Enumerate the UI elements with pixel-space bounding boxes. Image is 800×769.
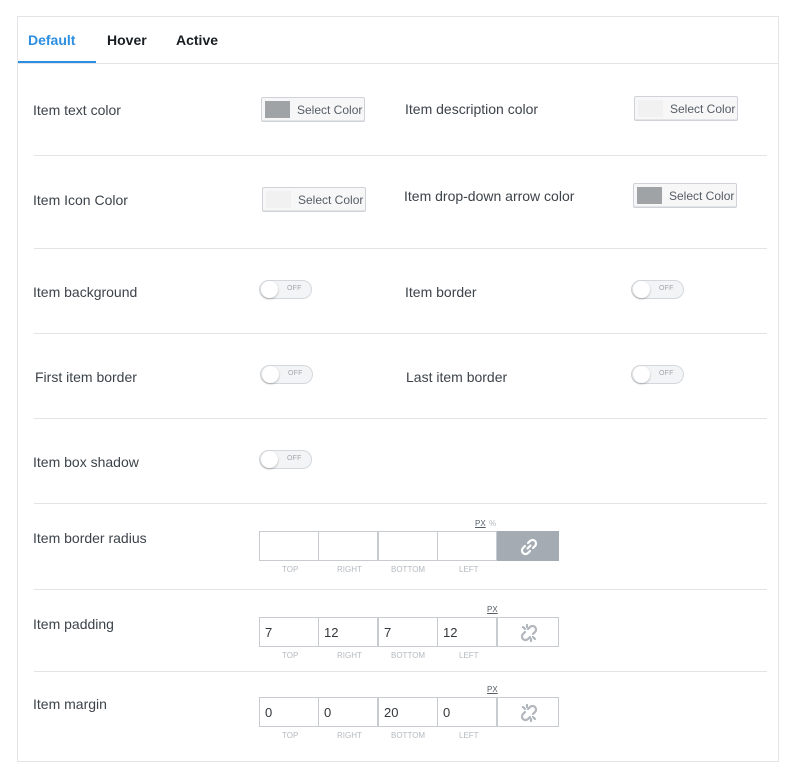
tab-active[interactable]: Active bbox=[176, 17, 218, 63]
toggle-state: OFF bbox=[288, 370, 303, 377]
icon-color-swatch bbox=[266, 191, 291, 208]
caption-left: LEFT bbox=[459, 651, 479, 660]
caption-top: TOP bbox=[282, 565, 299, 574]
icon-color-label: Item Icon Color bbox=[33, 192, 128, 208]
caption-right: RIGHT bbox=[337, 565, 362, 574]
background-toggle[interactable]: OFF bbox=[259, 280, 312, 299]
border-toggle[interactable]: OFF bbox=[631, 280, 684, 299]
text-color-label: Item text color bbox=[33, 102, 121, 118]
padding-left-input[interactable] bbox=[437, 617, 497, 647]
caption-bottom: BOTTOM bbox=[391, 565, 426, 574]
divider bbox=[34, 418, 767, 419]
last-border-label: Last item border bbox=[406, 369, 508, 385]
toggle-knob bbox=[261, 281, 278, 298]
background-label: Item background bbox=[33, 284, 138, 300]
arrow-color-button-label: Select Color bbox=[669, 189, 735, 203]
state-tabs: Default Hover Active bbox=[18, 17, 778, 64]
toggle-knob bbox=[633, 366, 650, 383]
divider bbox=[34, 248, 767, 249]
link-icon bbox=[520, 538, 538, 556]
padding-inputs bbox=[259, 617, 559, 647]
text-color-button-label: Select Color bbox=[297, 103, 363, 117]
description-color-swatch bbox=[638, 100, 663, 117]
border-radius-left-input[interactable] bbox=[437, 531, 497, 561]
box-shadow-toggle[interactable]: OFF bbox=[259, 450, 312, 469]
border-radius-right-input[interactable] bbox=[318, 531, 378, 561]
padding-label: Item padding bbox=[33, 616, 114, 632]
first-border-toggle[interactable]: OFF bbox=[260, 365, 313, 384]
box-shadow-label: Item box shadow bbox=[33, 454, 139, 470]
caption-bottom: BOTTOM bbox=[391, 731, 426, 740]
text-color-button[interactable]: Select Color bbox=[261, 97, 365, 122]
icon-color-button-label: Select Color bbox=[298, 193, 364, 207]
tab-hover[interactable]: Hover bbox=[107, 17, 147, 63]
caption-right: RIGHT bbox=[337, 651, 362, 660]
caption-bottom: BOTTOM bbox=[391, 651, 426, 660]
border-radius-top-input[interactable] bbox=[259, 531, 319, 561]
border-label: Item border bbox=[405, 284, 477, 300]
text-color-swatch bbox=[265, 101, 290, 118]
tab-default[interactable]: Default bbox=[18, 17, 96, 63]
margin-left-input[interactable] bbox=[437, 697, 497, 727]
divider bbox=[34, 155, 767, 156]
toggle-knob bbox=[633, 281, 650, 298]
toggle-state: OFF bbox=[659, 285, 674, 292]
border-radius-bottom-input[interactable] bbox=[378, 531, 438, 561]
arrow-color-button[interactable]: Select Color bbox=[633, 183, 737, 208]
style-settings-panel: Default Hover Active Item text color Sel… bbox=[17, 16, 779, 762]
divider bbox=[34, 589, 767, 590]
unlink-icon bbox=[520, 623, 538, 643]
padding-top-input[interactable] bbox=[259, 617, 319, 647]
margin-inputs bbox=[259, 697, 559, 727]
description-color-button-label: Select Color bbox=[670, 102, 736, 116]
divider bbox=[34, 333, 767, 334]
description-color-label: Item description color bbox=[405, 101, 539, 117]
border-radius-label: Item border radius bbox=[33, 530, 147, 546]
unlink-values-button[interactable] bbox=[497, 697, 559, 727]
caption-top: TOP bbox=[282, 731, 299, 740]
margin-top-input[interactable] bbox=[259, 697, 319, 727]
margin-label: Item margin bbox=[33, 696, 107, 712]
unit-px[interactable]: PX bbox=[487, 605, 498, 614]
toggle-state: OFF bbox=[287, 455, 302, 462]
divider bbox=[34, 671, 767, 672]
caption-left: LEFT bbox=[459, 731, 479, 740]
padding-bottom-input[interactable] bbox=[378, 617, 438, 647]
unlink-icon bbox=[520, 703, 538, 723]
caption-left: LEFT bbox=[459, 565, 479, 574]
description-color-button[interactable]: Select Color bbox=[634, 96, 738, 121]
last-border-toggle[interactable]: OFF bbox=[631, 365, 684, 384]
link-values-button[interactable] bbox=[497, 531, 559, 561]
toggle-knob bbox=[262, 366, 279, 383]
arrow-color-swatch bbox=[637, 187, 662, 204]
unit-px[interactable]: PX bbox=[487, 685, 498, 694]
padding-right-input[interactable] bbox=[318, 617, 378, 647]
divider bbox=[34, 503, 767, 504]
border-radius-inputs bbox=[259, 531, 559, 561]
toggle-state: OFF bbox=[659, 370, 674, 377]
first-border-label: First item border bbox=[35, 369, 137, 385]
icon-color-button[interactable]: Select Color bbox=[262, 187, 366, 212]
margin-bottom-input[interactable] bbox=[378, 697, 438, 727]
toggle-knob bbox=[261, 451, 278, 468]
arrow-color-label: Item drop-down arrow color bbox=[404, 188, 575, 204]
unit-px[interactable]: PX bbox=[475, 519, 486, 528]
toggle-state: OFF bbox=[287, 285, 302, 292]
unlink-values-button[interactable] bbox=[497, 617, 559, 647]
margin-right-input[interactable] bbox=[318, 697, 378, 727]
caption-right: RIGHT bbox=[337, 731, 362, 740]
unit-percent[interactable]: % bbox=[489, 519, 496, 528]
caption-top: TOP bbox=[282, 651, 299, 660]
